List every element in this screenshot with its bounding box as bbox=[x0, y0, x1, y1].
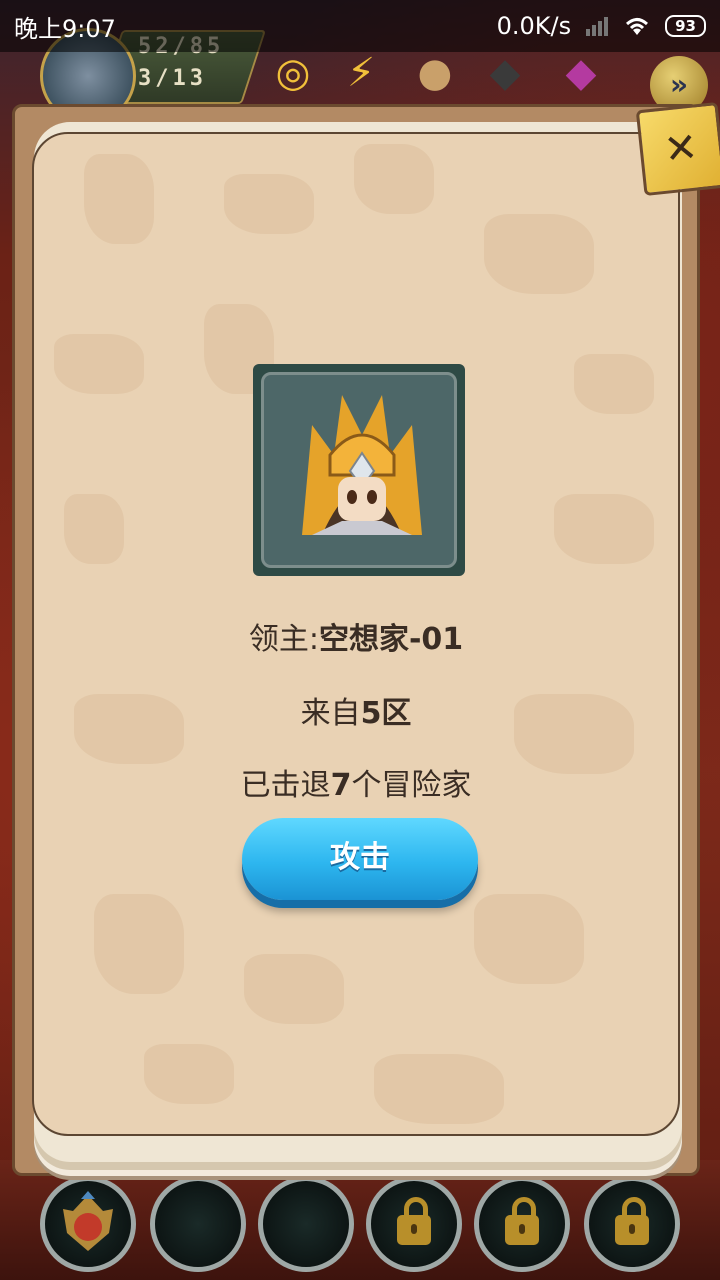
origin-zone: 5区 bbox=[360, 696, 412, 731]
signal-icon bbox=[586, 17, 609, 36]
defeated-line: 已击退7个冒险家 bbox=[32, 760, 680, 804]
bread-icon[interactable]: ● bbox=[410, 48, 460, 98]
lord-name: 空想家-01 bbox=[318, 622, 464, 657]
locked-slot[interactable] bbox=[474, 1176, 570, 1272]
coin-icon[interactable]: ◎ bbox=[268, 48, 318, 98]
rock-pattern bbox=[144, 1044, 234, 1104]
battery-indicator: 93 bbox=[665, 15, 706, 37]
lock-icon bbox=[615, 1197, 649, 1245]
locked-slot[interactable] bbox=[584, 1176, 680, 1272]
origin-line: 来自5区 bbox=[32, 688, 680, 732]
rock-pattern bbox=[374, 1054, 504, 1124]
empty-slot[interactable] bbox=[150, 1176, 246, 1272]
lock-icon bbox=[505, 1197, 539, 1245]
lord-label: 领主: bbox=[248, 622, 319, 657]
lord-name-line: 领主:空想家-01 bbox=[32, 614, 680, 658]
rock-pattern bbox=[64, 494, 124, 564]
locked-slot[interactable] bbox=[366, 1176, 462, 1272]
rock-pattern bbox=[554, 494, 654, 564]
hero-slot[interactable] bbox=[40, 1176, 136, 1272]
rock-pattern bbox=[84, 154, 154, 244]
defeated-count: 7 bbox=[330, 768, 352, 803]
hero-avatar-icon bbox=[63, 1191, 113, 1251]
status-bar: 晚上9:07 0.0K/s 93 bbox=[0, 0, 720, 52]
wifi-icon bbox=[626, 18, 649, 35]
lord-portrait bbox=[253, 364, 465, 576]
attack-button[interactable]: 攻击 bbox=[242, 818, 478, 900]
origin-prefix: 来自 bbox=[300, 696, 361, 731]
status-time: 晚上9:07 bbox=[14, 14, 116, 43]
close-icon[interactable]: ✕ bbox=[635, 101, 720, 197]
rock-pattern bbox=[484, 214, 594, 294]
rock-pattern bbox=[54, 334, 144, 394]
crystal-icon[interactable]: ◆ bbox=[556, 48, 606, 98]
empty-slot[interactable] bbox=[258, 1176, 354, 1272]
ore-icon[interactable]: ◆ bbox=[480, 48, 530, 98]
lord-avatar-image bbox=[302, 395, 422, 535]
defeated-prefix: 已击退 bbox=[240, 768, 331, 803]
rock-pattern bbox=[244, 954, 344, 1024]
energy-icon[interactable]: ⚡ bbox=[336, 48, 386, 98]
lock-icon bbox=[397, 1197, 431, 1245]
rock-pattern bbox=[224, 174, 314, 234]
rock-pattern bbox=[94, 894, 184, 994]
rock-pattern bbox=[574, 354, 654, 414]
defeated-suffix: 个冒险家 bbox=[351, 768, 472, 803]
rock-pattern bbox=[354, 144, 434, 214]
network-speed: 0.0K/s bbox=[496, 12, 572, 40]
rock-pattern bbox=[474, 894, 584, 984]
hud-stat-secondary: 3/13 bbox=[138, 66, 207, 91]
